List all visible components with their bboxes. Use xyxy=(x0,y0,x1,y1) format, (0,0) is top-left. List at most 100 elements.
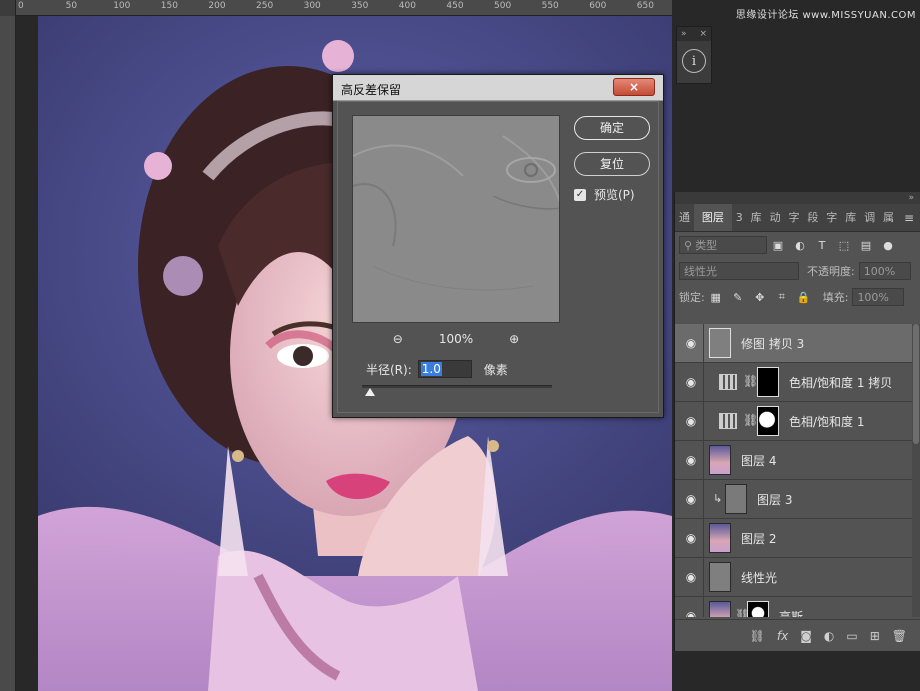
dialog-title-bar[interactable]: 高反差保留 × xyxy=(333,75,663,101)
collapse-icon[interactable]: » xyxy=(681,29,687,39)
image-filter-icon[interactable]: ▣ xyxy=(771,238,785,252)
dialog-close-button[interactable]: × xyxy=(613,78,655,96)
close-icon[interactable]: × xyxy=(699,29,707,39)
radius-input[interactable]: 1.0 xyxy=(417,360,472,378)
layer-row[interactable]: ◉ 图层 4 xyxy=(675,441,920,480)
layer-thumbnail[interactable] xyxy=(725,484,747,514)
visibility-eye-icon[interactable]: ◉ xyxy=(683,453,699,467)
shape-filter-icon[interactable]: ⬚ xyxy=(837,238,851,252)
layer-row[interactable]: ◉ ⛓ 色相/饱和度 1 拷贝 xyxy=(675,363,920,402)
tab-6[interactable]: 段 xyxy=(803,204,822,231)
radius-slider-thumb[interactable] xyxy=(365,388,375,396)
ok-button[interactable]: 确定 xyxy=(574,116,650,140)
layer-thumbnail[interactable] xyxy=(709,562,731,592)
visibility-eye-icon[interactable]: ◉ xyxy=(683,570,699,584)
opacity-input[interactable]: 100% xyxy=(858,262,911,280)
visibility-eye-icon[interactable]: ◉ xyxy=(683,531,699,545)
info-icon[interactable]: i xyxy=(682,49,706,73)
adjustment-filter-icon[interactable]: ◐ xyxy=(793,238,807,252)
layer-row[interactable]: ◉ ⛓ 色相/饱和度 1 xyxy=(675,402,920,441)
adjustment-layer-icon[interactable] xyxy=(719,374,737,390)
divider xyxy=(703,363,704,402)
panel-collapse-strip[interactable]: » xyxy=(675,192,920,204)
dialog-body: ⊖ 100% ⊕ 半径(R): 1.0 像素 确定 复位 ✓ 预览(P) xyxy=(337,101,659,413)
tab-3[interactable]: 库 xyxy=(747,204,766,231)
lock-artboard-icon[interactable]: ⌗ xyxy=(775,290,789,304)
info-panel-header: » × xyxy=(677,27,711,41)
scrollbar-thumb[interactable] xyxy=(913,324,919,444)
tab-5[interactable]: 字 xyxy=(784,204,803,231)
blend-mode-select[interactable]: 线性光 xyxy=(679,262,799,280)
add-mask-icon[interactable]: ◙ xyxy=(800,629,812,643)
zoom-out-icon[interactable]: ⊖ xyxy=(393,332,403,346)
new-adjustment-icon[interactable]: ◐ xyxy=(824,629,834,643)
divider xyxy=(703,324,704,363)
lock-row: 锁定: ▦ ✎ ✥ ⌗ 🔒 填充: 100% xyxy=(675,284,920,310)
panel-tabs: 通图层 3 库动字段字库调属 ≡ xyxy=(675,204,920,232)
reset-button[interactable]: 复位 xyxy=(574,152,650,176)
preview-checkbox[interactable]: ✓ 预览(P) xyxy=(574,186,635,203)
layer-row[interactable]: ◉ ⛓ 高斯 xyxy=(675,597,920,617)
panel-menu-icon[interactable]: ≡ xyxy=(898,204,920,231)
tab-9[interactable]: 调 xyxy=(860,204,879,231)
fx-icon[interactable]: fx xyxy=(777,629,788,643)
high-pass-dialog: 高反差保留 × ⊖ 100% ⊕ 半径(R): 1.0 像素 确定 复位 ✓ 预… xyxy=(332,74,664,418)
zoom-in-icon[interactable]: ⊕ xyxy=(509,332,519,346)
layer-mask-thumbnail[interactable] xyxy=(757,367,779,397)
layer-thumbnail[interactable] xyxy=(709,601,731,617)
smart-object-filter-icon[interactable]: ▤ xyxy=(859,238,873,252)
visibility-eye-icon[interactable]: ◉ xyxy=(683,375,699,389)
layer-thumbnail[interactable] xyxy=(709,445,731,475)
filter-kind-label: 类型 xyxy=(695,239,718,252)
visibility-eye-icon[interactable]: ◉ xyxy=(683,492,699,506)
filter-preview[interactable] xyxy=(352,115,560,323)
new-layer-icon[interactable]: ⊞ xyxy=(870,629,880,643)
tab-7[interactable]: 字 xyxy=(822,204,841,231)
new-group-icon[interactable]: ▭ xyxy=(846,629,857,643)
layer-list: ◉ 修图 拷贝 3 ◉ ⛓ 色相/饱和度 1 拷贝 ◉ ⛓ 色相/饱和度 1 ◉ 图层 4 ◉ ↳ 图层… xyxy=(675,324,920,617)
lock-all-icon[interactable]: 🔒 xyxy=(797,290,811,304)
radius-slider-track[interactable] xyxy=(362,385,552,388)
fill-input[interactable]: 100% xyxy=(852,288,905,306)
adjustment-layer-icon[interactable] xyxy=(719,413,737,429)
layer-thumbnail[interactable] xyxy=(709,328,731,358)
mask-link-icon[interactable]: ⛓ xyxy=(743,374,758,388)
tab-10[interactable]: 属 xyxy=(879,204,898,231)
layer-mask-thumbnail[interactable] xyxy=(747,601,769,617)
visibility-eye-icon[interactable]: ◉ xyxy=(683,609,699,617)
info-panel[interactable]: » × i xyxy=(676,26,712,84)
tab-2[interactable]: 3 xyxy=(732,204,747,231)
layer-row[interactable]: ◉ 图层 2 xyxy=(675,519,920,558)
layer-thumbnail[interactable] xyxy=(709,523,731,553)
blend-mode-value: 线性光 xyxy=(684,265,717,278)
ruler-tick-label: 250 xyxy=(256,1,274,11)
mask-link-icon[interactable]: ⛓ xyxy=(743,413,758,427)
tab-8[interactable]: 库 xyxy=(841,204,860,231)
opacity-value: 100% xyxy=(863,264,896,278)
link-layers-icon[interactable]: ⛓ xyxy=(750,629,765,643)
visibility-eye-icon[interactable]: ◉ xyxy=(683,336,699,350)
layer-row[interactable]: ◉ 线性光 xyxy=(675,558,920,597)
preview-label: 预览(P) xyxy=(594,188,635,202)
lock-transparency-icon[interactable]: ▦ xyxy=(709,290,723,304)
visibility-eye-icon[interactable]: ◉ xyxy=(683,414,699,428)
type-filter-icon[interactable]: T xyxy=(815,238,829,252)
tab-4[interactable]: 动 xyxy=(766,204,785,231)
radius-unit: 像素 xyxy=(483,362,508,377)
delete-layer-icon[interactable]: 🗑 xyxy=(892,629,907,643)
lock-pixels-icon[interactable]: ✎ xyxy=(731,290,745,304)
tab-0[interactable]: 通 xyxy=(675,204,694,231)
checkbox-check-icon[interactable]: ✓ xyxy=(574,188,586,201)
layer-row[interactable]: ◉ 修图 拷贝 3 xyxy=(675,324,920,363)
opacity-label: 不透明度: xyxy=(807,265,855,278)
filter-toggle-icon[interactable]: ● xyxy=(881,238,895,252)
horizontal-ruler: 0 50 100 150 200 250 300 350 400 450 500 550 600 650 xyxy=(0,0,672,16)
filter-kind-select[interactable]: ⚲ 类型 xyxy=(679,236,767,254)
tab-1[interactable]: 图层 xyxy=(693,204,732,231)
filter-row: ⚲ 类型 ▣ ◐ T ⬚ ▤ ● xyxy=(675,232,920,258)
watermark-text: 思缘设计论坛 www.MISSYUAN.COM xyxy=(735,10,916,21)
lock-position-icon[interactable]: ✥ xyxy=(753,290,767,304)
layer-mask-thumbnail[interactable] xyxy=(757,406,779,436)
layers-scrollbar[interactable] xyxy=(912,324,920,617)
layer-row[interactable]: ◉ ↳ 图层 3 xyxy=(675,480,920,519)
